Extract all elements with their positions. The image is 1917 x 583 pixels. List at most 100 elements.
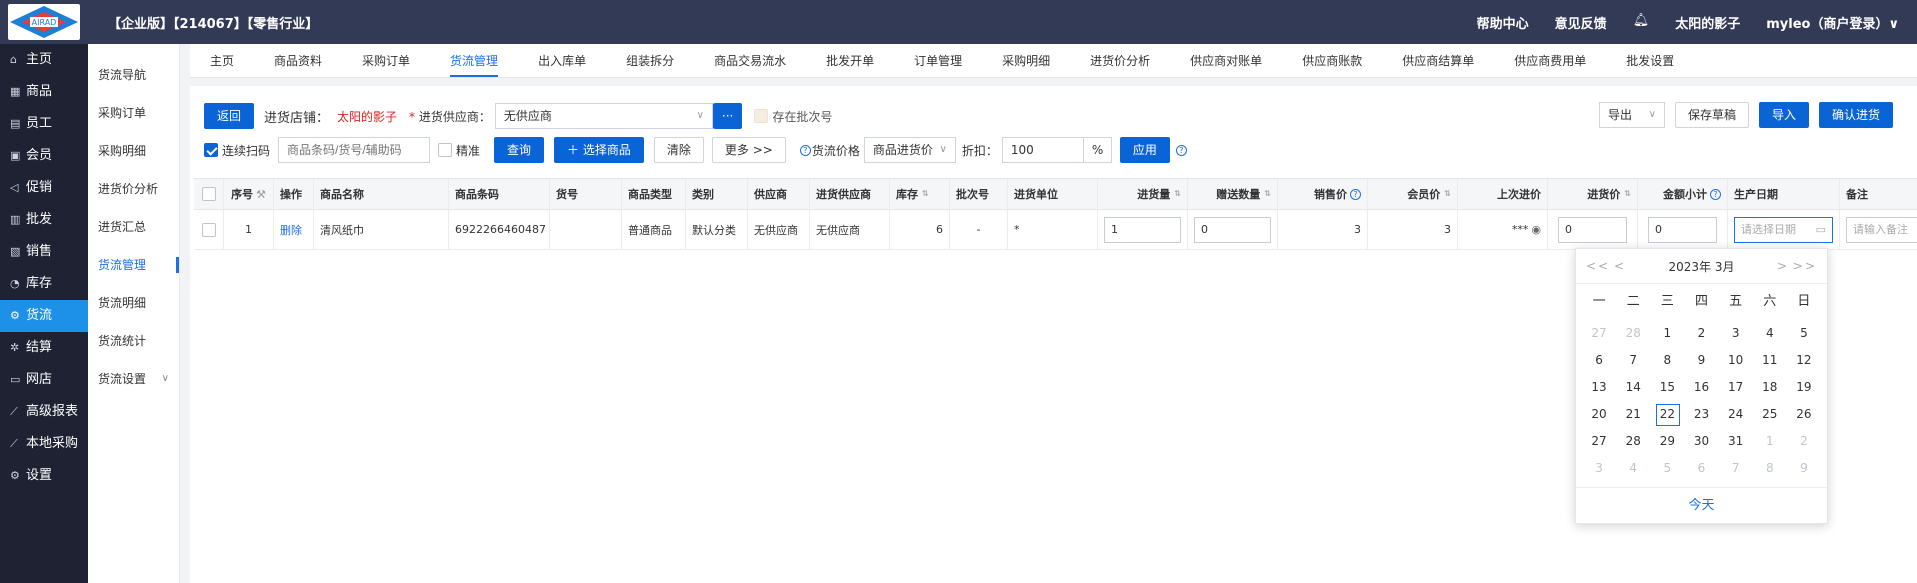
price-input[interactable]: 0 (1558, 216, 1627, 243)
calendar-day[interactable]: 18 (1753, 374, 1787, 401)
calendar-day[interactable]: 26 (1787, 401, 1821, 428)
sidebar-item-promo[interactable]: ◁ 促销 (0, 172, 88, 204)
calendar-day[interactable]: 3 (1582, 455, 1616, 482)
subnav-item-flow-settings[interactable]: 货流设置 ∨ (88, 360, 179, 398)
subtotal-input[interactable]: 0 (1648, 216, 1717, 243)
calendar-day[interactable]: 5 (1650, 455, 1684, 482)
calendar-day[interactable]: 12 (1787, 347, 1821, 374)
calendar-day[interactable]: 28 (1616, 320, 1650, 347)
subnav-item-price-analysis[interactable]: 进货价分析 (88, 170, 179, 208)
tab-purchase-order[interactable]: 采购订单 (342, 44, 430, 77)
tab-purchase-detail[interactable]: 采购明细 (982, 44, 1070, 77)
sidebar-item-settings[interactable]: ⚙ 设置 (0, 460, 88, 492)
calendar-day[interactable]: 27 (1582, 428, 1616, 455)
help-icon[interactable]: ? (799, 144, 811, 156)
calendar-day[interactable]: 4 (1753, 320, 1787, 347)
subnav-item-flow-detail[interactable]: 货流明细 (88, 284, 179, 322)
calendar-day[interactable]: 2 (1787, 428, 1821, 455)
calendar-day[interactable]: 14 (1616, 374, 1650, 401)
calendar-day[interactable]: 6 (1684, 455, 1718, 482)
clear-button[interactable]: 清除 (653, 137, 704, 163)
tab-price-analysis[interactable]: 进货价分析 (1070, 44, 1170, 77)
subnav-item-purchase-summary[interactable]: 进货汇总 (88, 208, 179, 246)
calendar-day[interactable]: 9 (1787, 455, 1821, 482)
user-menu[interactable]: myleo（商户登录）∨ (1766, 13, 1899, 32)
calendar-day[interactable]: 15 (1650, 374, 1684, 401)
eye-icon[interactable]: ◉ (1531, 223, 1541, 236)
calendar-day[interactable]: 6 (1582, 347, 1616, 374)
help-icon[interactable]: ? (1175, 144, 1187, 156)
supplier-more-button[interactable]: ··· (712, 103, 743, 129)
sidebar-item-goods[interactable]: ▦ 商品 (0, 76, 88, 108)
tab-order-manage[interactable]: 订单管理 (894, 44, 982, 77)
more-button[interactable]: 更多 >> (711, 137, 786, 163)
calendar-day[interactable]: 19 (1787, 374, 1821, 401)
sidebar-item-sales[interactable]: ▧ 销售 (0, 236, 88, 268)
sidebar-item-wholesale[interactable]: ▥ 批发 (0, 204, 88, 236)
apply-button[interactable]: 应用 (1119, 137, 1170, 163)
import-button[interactable]: 导入 (1758, 102, 1809, 128)
sidebar-item-stock[interactable]: ◔ 库存 (0, 268, 88, 300)
sidebar-item-settle[interactable]: ✲ 结算 (0, 332, 88, 364)
subnav-item-flow-stats[interactable]: 货流统计 (88, 322, 179, 360)
sidebar-item-staff[interactable]: ▤ 员工 (0, 108, 88, 140)
sidebar-item-purchase[interactable]: ⟋ 本地采购 (0, 428, 88, 460)
feedback-link[interactable]: 意见反馈 (1555, 13, 1607, 32)
calendar-day[interactable]: 10 (1719, 347, 1753, 374)
sort-icon[interactable]: ⇅ (1444, 190, 1451, 198)
calendar-day[interactable]: 20 (1582, 401, 1616, 428)
calendar-day[interactable]: 17 (1719, 374, 1753, 401)
tab-supplier-account[interactable]: 供应商账款 (1282, 44, 1382, 77)
goods-search-input[interactable] (278, 137, 431, 163)
next-year-button[interactable]: >> (1793, 259, 1817, 273)
calendar-day[interactable]: 25 (1753, 401, 1787, 428)
calendar-day[interactable]: 4 (1616, 455, 1650, 482)
calendar-day[interactable]: 5 (1787, 320, 1821, 347)
tab-wholesale-order[interactable]: 批发开单 (806, 44, 894, 77)
calendar-day[interactable]: 2 (1684, 320, 1718, 347)
brand-logo[interactable]: AIRAD (8, 4, 80, 40)
subnav-item-flow-manage[interactable]: 货流管理 (88, 246, 179, 284)
calendar-day[interactable]: 30 (1684, 428, 1718, 455)
calendar-day[interactable]: 11 (1753, 347, 1787, 374)
tab-stock-io[interactable]: 出入库单 (518, 44, 606, 77)
export-dropdown[interactable]: 导出 ∨ (1598, 102, 1665, 128)
gift-qty-input[interactable]: 0 (1194, 216, 1271, 243)
store-name[interactable]: 太阳的影子 (1675, 13, 1740, 32)
calendar-day[interactable]: 21 (1616, 401, 1650, 428)
tab-wholesale-settings[interactable]: 批发设置 (1606, 44, 1694, 77)
calendar-day[interactable]: 1 (1650, 320, 1684, 347)
row-checkbox[interactable] (201, 222, 216, 237)
help-icon[interactable]: ? (1350, 188, 1361, 200)
subnav-item-purchase-detail[interactable]: 采购明细 (88, 132, 179, 170)
production-date-input[interactable]: 请选择日期 ▭ (1734, 216, 1833, 243)
qty-input[interactable]: 1 (1104, 216, 1181, 243)
calendar-day[interactable]: 3 (1719, 320, 1753, 347)
select-all-checkbox[interactable] (201, 187, 216, 201)
sort-icon[interactable]: ⇅ (922, 190, 929, 198)
delete-row-link[interactable]: 删除 (274, 210, 314, 249)
sidebar-item-home[interactable]: ⌂ 主页 (0, 44, 88, 76)
tab-home[interactable]: 主页 (190, 44, 254, 77)
calendar-day[interactable]: 7 (1616, 347, 1650, 374)
continuous-scan-checkbox[interactable] (204, 143, 218, 157)
calendar-day[interactable]: 16 (1684, 374, 1718, 401)
sidebar-item-shop[interactable]: ▭ 网店 (0, 364, 88, 396)
subnav-item-flow-nav[interactable]: 货流导航 (88, 56, 179, 94)
sidebar-item-report[interactable]: ⟋ 高级报表 (0, 396, 88, 428)
wrench-icon[interactable]: ⚒ (256, 188, 266, 201)
tab-supplier-settlement[interactable]: 供应商结算单 (1382, 44, 1494, 77)
tab-transactions[interactable]: 商品交易流水 (694, 44, 806, 77)
calendar-day[interactable]: 28 (1616, 428, 1650, 455)
price-select[interactable]: 商品进货价 ∨ (863, 137, 956, 163)
bell-icon[interactable]: 🔔︎ (1633, 13, 1650, 32)
tab-goods-info[interactable]: 商品资料 (254, 44, 342, 77)
calendar-day[interactable]: 31 (1719, 428, 1753, 455)
help-center-link[interactable]: 帮助中心 (1477, 13, 1529, 32)
sidebar-item-flow[interactable]: ⚙ 货流 (0, 300, 88, 332)
help-icon[interactable]: ? (1710, 188, 1721, 200)
date-picker-title[interactable]: 2023年 3月 (1669, 258, 1735, 275)
exact-checkbox[interactable] (438, 143, 453, 157)
next-month-button[interactable]: > (1777, 259, 1789, 273)
note-input[interactable]: 请输入备注 (1846, 216, 1917, 243)
